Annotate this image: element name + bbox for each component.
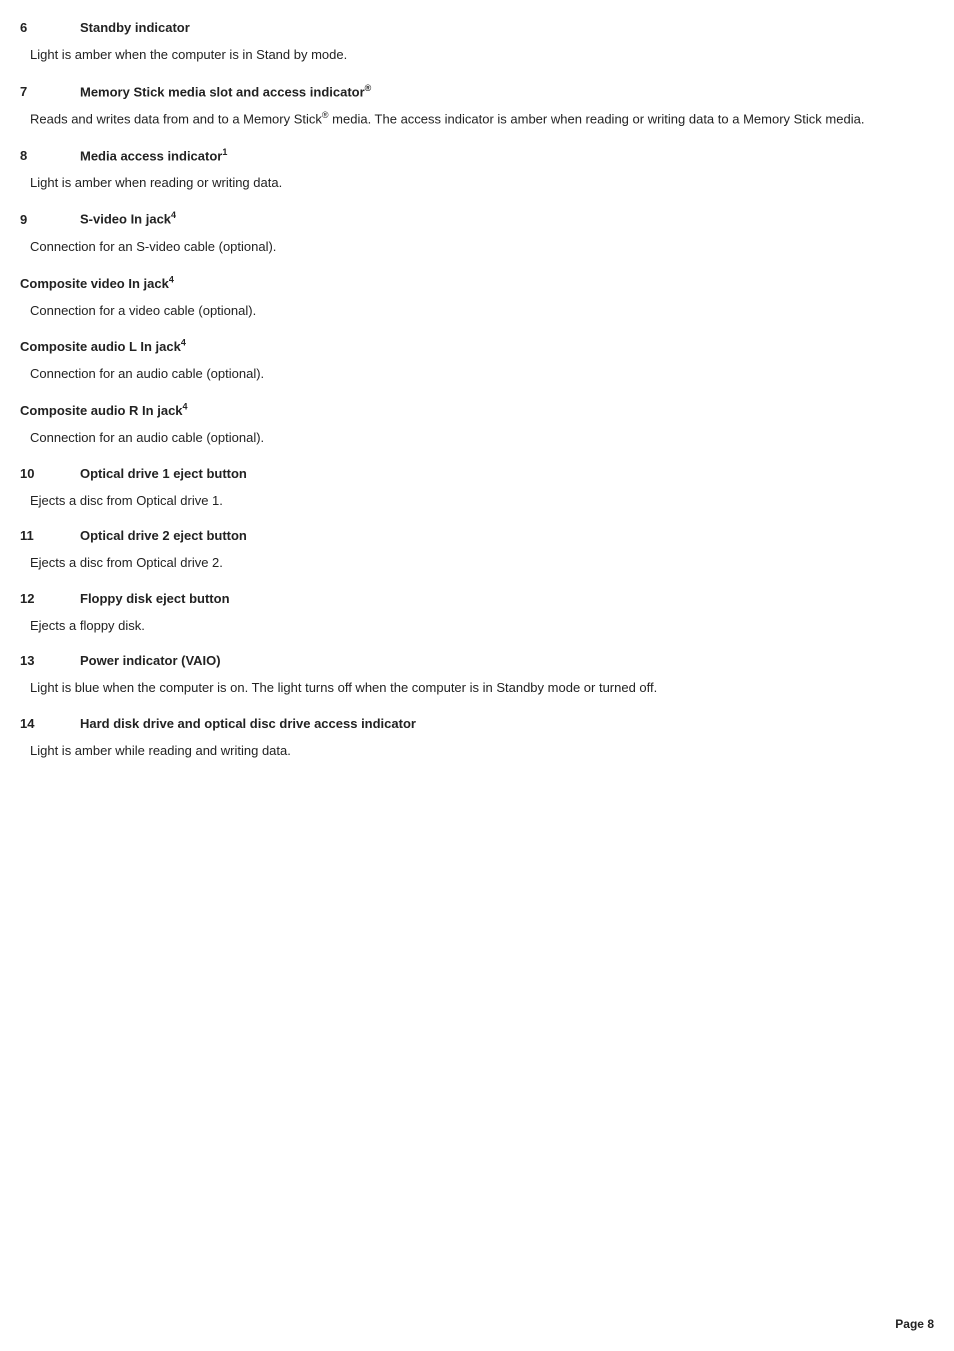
composite-video-title: Composite video In jack4	[20, 276, 174, 291]
section-13: 13 Power indicator (VAIO) Light is blue …	[20, 653, 914, 698]
section-11-body: Ejects a disc from Optical drive 2.	[20, 553, 914, 573]
superscript-8: 1	[222, 147, 227, 157]
section-6-number: 6	[20, 20, 80, 35]
section-8-body: Light is amber when reading or writing d…	[20, 173, 914, 193]
section-10-title: Optical drive 1 eject button	[80, 466, 247, 481]
section-14-title: Hard disk drive and optical disc drive a…	[80, 716, 416, 731]
section-9-title: S-video In jack4	[80, 210, 176, 226]
composite-video-body: Connection for a video cable (optional).	[20, 301, 914, 321]
section-12: 12 Floppy disk eject button Ejects a flo…	[20, 591, 914, 636]
composite-audio-l-body: Connection for an audio cable (optional)…	[20, 364, 914, 384]
superscript-cal: 4	[181, 338, 186, 348]
section-12-header: 12 Floppy disk eject button	[20, 591, 914, 606]
composite-audio-r-title: Composite audio R In jack4	[20, 403, 188, 418]
section-13-body: Light is blue when the computer is on. T…	[20, 678, 914, 698]
section-10-body: Ejects a disc from Optical drive 1.	[20, 491, 914, 511]
section-composite-video: Composite video In jack4 Connection for …	[20, 274, 914, 320]
section-11: 11 Optical drive 2 eject button Ejects a…	[20, 528, 914, 573]
section-11-header: 11 Optical drive 2 eject button	[20, 528, 914, 543]
section-8: 8 Media access indicator1 Light is amber…	[20, 147, 914, 193]
section-6-title: Standby indicator	[80, 20, 190, 35]
section-6-body: Light is amber when the computer is in S…	[20, 45, 914, 65]
section-13-number: 13	[20, 653, 80, 668]
composite-audio-r-header: Composite audio R In jack4	[20, 402, 914, 418]
composite-audio-l-title: Composite audio L In jack4	[20, 339, 186, 354]
section-10-header: 10 Optical drive 1 eject button	[20, 466, 914, 481]
superscript-7: ®	[365, 83, 372, 93]
section-10-number: 10	[20, 466, 80, 481]
section-8-header: 8 Media access indicator1	[20, 147, 914, 163]
section-7-body: Reads and writes data from and to a Memo…	[20, 109, 914, 129]
section-9-body: Connection for an S-video cable (optiona…	[20, 237, 914, 257]
section-7-header: 7 Memory Stick media slot and access ind…	[20, 83, 914, 99]
superscript-9: 4	[171, 210, 176, 220]
section-11-number: 11	[20, 528, 80, 543]
section-7-number: 7	[20, 84, 80, 99]
section-12-number: 12	[20, 591, 80, 606]
superscript-cv: 4	[169, 274, 174, 284]
composite-audio-r-body: Connection for an audio cable (optional)…	[20, 428, 914, 448]
composite-video-header: Composite video In jack4	[20, 274, 914, 290]
section-composite-audio-l: Composite audio L In jack4 Connection fo…	[20, 338, 914, 384]
section-12-title: Floppy disk eject button	[80, 591, 230, 606]
superscript-car: 4	[183, 402, 188, 412]
section-12-body: Ejects a floppy disk.	[20, 616, 914, 636]
section-7-title: Memory Stick media slot and access indic…	[80, 83, 371, 99]
section-9-number: 9	[20, 212, 80, 227]
section-14: 14 Hard disk drive and optical disc driv…	[20, 716, 914, 761]
section-14-number: 14	[20, 716, 80, 731]
section-14-body: Light is amber while reading and writing…	[20, 741, 914, 761]
section-13-header: 13 Power indicator (VAIO)	[20, 653, 914, 668]
section-9: 9 S-video In jack4 Connection for an S-v…	[20, 210, 914, 256]
section-13-title: Power indicator (VAIO)	[80, 653, 221, 668]
section-8-title: Media access indicator1	[80, 147, 227, 163]
section-14-header: 14 Hard disk drive and optical disc driv…	[20, 716, 914, 731]
section-6: 6 Standby indicator Light is amber when …	[20, 20, 914, 65]
page-content: 6 Standby indicator Light is amber when …	[0, 0, 954, 818]
section-11-title: Optical drive 2 eject button	[80, 528, 247, 543]
composite-audio-l-header: Composite audio L In jack4	[20, 338, 914, 354]
section-composite-audio-r: Composite audio R In jack4 Connection fo…	[20, 402, 914, 448]
section-10: 10 Optical drive 1 eject button Ejects a…	[20, 466, 914, 511]
section-7: 7 Memory Stick media slot and access ind…	[20, 83, 914, 129]
section-6-header: 6 Standby indicator	[20, 20, 914, 35]
page-footer: Page 8	[895, 1317, 934, 1331]
page-number: Page 8	[895, 1317, 934, 1331]
section-8-number: 8	[20, 148, 80, 163]
section-9-header: 9 S-video In jack4	[20, 210, 914, 226]
